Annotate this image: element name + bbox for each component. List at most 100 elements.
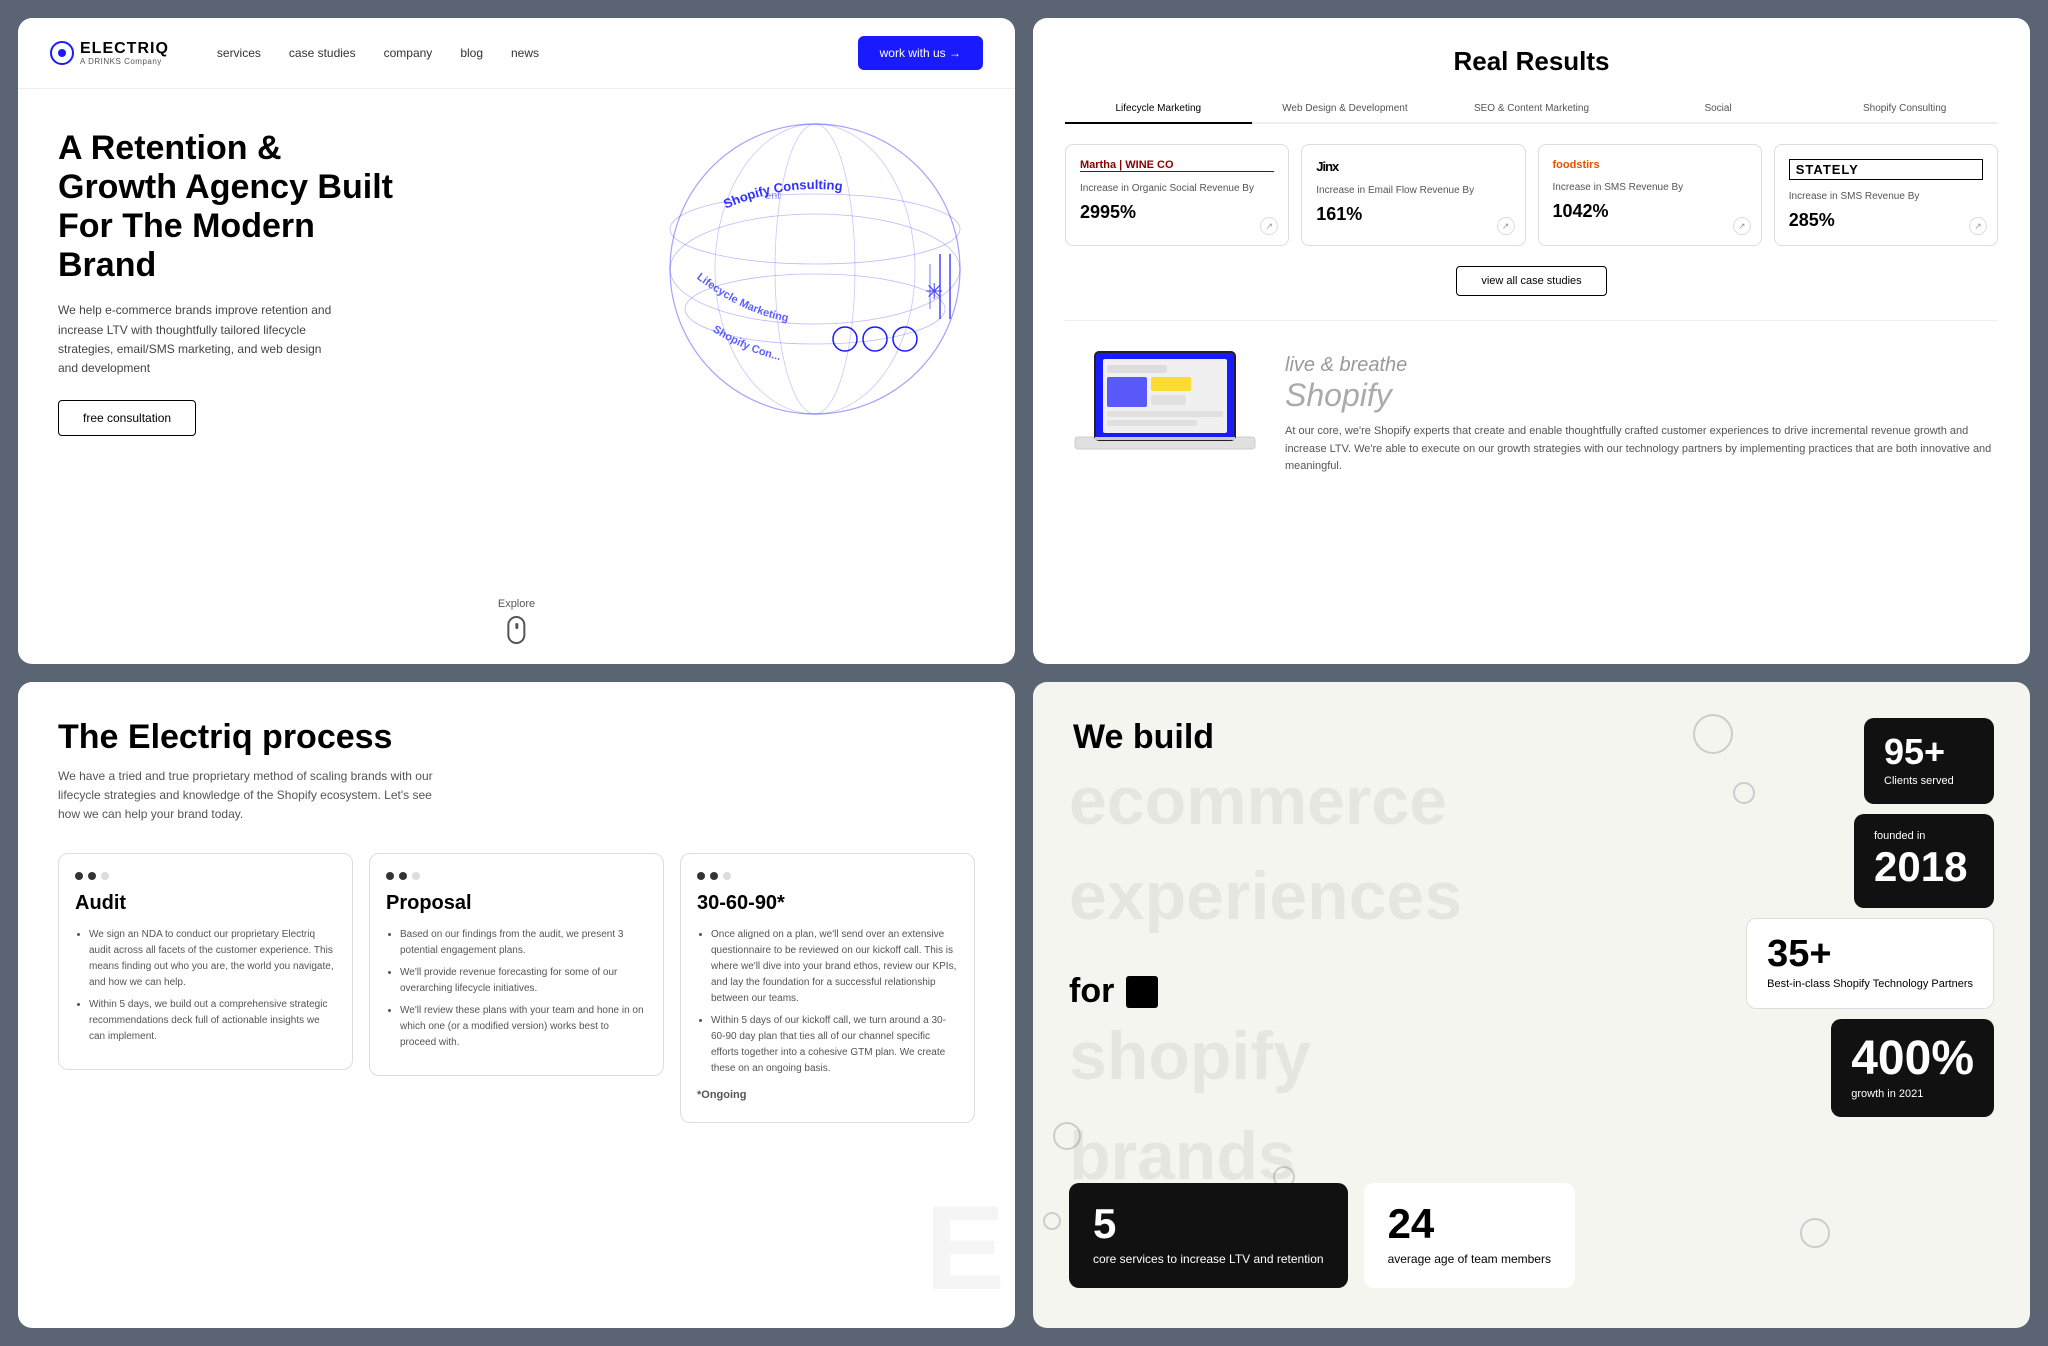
deco-circle-1	[1693, 714, 1733, 754]
shopify-heading: live & breathe Shopify	[1285, 343, 1998, 413]
jinx-arrow-icon[interactable]: ↗	[1497, 217, 1515, 235]
logo-name: ELECTRIQ	[80, 41, 169, 57]
stat-24-value: 24	[1388, 1203, 1551, 1245]
stat-box-clients: 95+ Clients served	[1864, 718, 1994, 804]
build-bottom-stats: 5 core services to increase LTV and rete…	[1069, 1183, 1575, 1288]
shopify-heading-bold: Shopify	[1285, 377, 1392, 413]
martha-arrow-icon[interactable]: ↗	[1260, 217, 1278, 235]
result-card-stately: STATELY Increase in SMS Revenue By 285% …	[1774, 144, 1998, 246]
dot-1	[386, 872, 394, 880]
tab-seo-content[interactable]: SEO & Content Marketing	[1438, 95, 1625, 122]
30-60-90-body: Once aligned on a plan, we'll send over …	[697, 927, 958, 1105]
result-card-jinx: Jinx Increase in Email Flow Revenue By 1…	[1301, 144, 1525, 246]
dot-1	[75, 872, 83, 880]
shopify-text-block: live & breathe Shopify At our core, we'r…	[1285, 343, 1998, 476]
svg-text:Shopify Con...: Shopify Con...	[711, 323, 782, 363]
proposal-body: Based on our findings from the audit, we…	[386, 927, 647, 1051]
foodstirs-arrow-icon[interactable]: ↗	[1733, 217, 1751, 235]
stat-5-value: 5	[1093, 1203, 1324, 1245]
stat-box-24-age: 24 average age of team members	[1364, 1183, 1575, 1288]
dot-1	[697, 872, 705, 880]
logo: ELECTRIQ A DRINKS Company	[50, 41, 169, 66]
card-dots-30-60-90	[697, 872, 958, 880]
stat-growth-value: 400%	[1851, 1035, 1974, 1083]
for-row: for	[1069, 972, 1158, 1011]
stat-clients-value: 95+	[1884, 734, 1974, 770]
foodstirs-logo: foodstirs	[1553, 159, 1747, 171]
deco-circle-4	[1043, 1212, 1061, 1230]
view-all-button[interactable]: view all case studies	[1456, 266, 1606, 296]
30-60-90-bullet-2: Within 5 days of our kickoff call, we tu…	[711, 1013, 958, 1077]
jinx-metric-value: 161%	[1316, 204, 1510, 225]
process-description: We have a tried and true proprietary met…	[58, 767, 438, 825]
process-title: The Electriq process	[58, 718, 975, 757]
stat-24-label: average age of team members	[1388, 1251, 1551, 1268]
results-panel: Real Results Lifecycle Marketing Web Des…	[1033, 18, 2030, 664]
results-title: Real Results	[1065, 46, 1998, 77]
nav-cta-button[interactable]: work with us →	[858, 36, 983, 70]
explore-label: Explore	[498, 598, 535, 610]
tab-shopify-consulting[interactable]: Shopify Consulting	[1811, 95, 1998, 122]
nav-blog[interactable]: blog	[460, 46, 483, 60]
audit-bullet-2: Within 5 days, we build out a comprehens…	[89, 997, 336, 1045]
dot-3	[723, 872, 731, 880]
tab-lifecycle-marketing[interactable]: Lifecycle Marketing	[1065, 95, 1252, 124]
tab-social[interactable]: Social	[1625, 95, 1812, 122]
for-block-icon	[1126, 976, 1158, 1008]
dot-2	[399, 872, 407, 880]
shopify-section: live & breathe Shopify At our core, we'r…	[1065, 320, 1998, 482]
stat-box-partners: 35+ Best-in-class Shopify Technology Par…	[1746, 918, 1994, 1008]
process-card-proposal: Proposal Based on our findings from the …	[369, 853, 664, 1076]
explore-indicator: Explore	[498, 598, 535, 644]
dot-3	[101, 872, 109, 880]
audit-title: Audit	[75, 892, 336, 915]
hero-cta-button[interactable]: free consultation	[58, 400, 196, 436]
stat-box-5-services: 5 core services to increase LTV and rete…	[1069, 1183, 1348, 1288]
stat-partners-value: 35+	[1767, 935, 1973, 973]
process-cards: Audit We sign an NDA to conduct our prop…	[58, 853, 975, 1124]
nav-news[interactable]: news	[511, 46, 539, 60]
scroll-mouse-icon	[507, 616, 525, 644]
audit-body: We sign an NDA to conduct our proprietar…	[75, 927, 336, 1045]
foodstirs-metric-value: 1042%	[1553, 201, 1747, 222]
logo-icon	[50, 41, 74, 65]
results-cards: Martha | WINE CO Increase in Organic Soc…	[1065, 144, 1998, 246]
proposal-bullet-1: Based on our findings from the audit, we…	[400, 927, 647, 959]
card-dots-audit	[75, 872, 336, 880]
hero-description: We help e-commerce brands improve retent…	[58, 301, 338, 378]
dot-2	[88, 872, 96, 880]
proposal-bullet-3: We'll review these plans with your team …	[400, 1003, 647, 1051]
process-card-audit: Audit We sign an NDA to conduct our prop…	[58, 853, 353, 1070]
deco-circle-6	[1800, 1218, 1830, 1248]
30-60-90-title: 30-60-90*	[697, 892, 958, 915]
logo-text: ELECTRIQ A DRINKS Company	[80, 41, 169, 66]
jinx-logo: Jinx	[1316, 159, 1510, 174]
30-60-90-bullet-1: Once aligned on a plan, we'll send over …	[711, 927, 958, 1007]
stately-metric-value: 285%	[1789, 210, 1983, 231]
shopify-heading-italic: live & breathe	[1285, 354, 1407, 376]
card-dots-proposal	[386, 872, 647, 880]
main-nav: ELECTRIQ A DRINKS Company services case …	[18, 18, 1015, 89]
stately-arrow-icon[interactable]: ↗	[1969, 217, 1987, 235]
hero-content: A Retention & Growth Agency Built For Th…	[18, 89, 1015, 664]
nav-case-studies[interactable]: case studies	[289, 46, 356, 60]
stately-metric-label: Increase in SMS Revenue By	[1789, 190, 1983, 204]
tab-web-design[interactable]: Web Design & Development	[1252, 95, 1439, 122]
results-tabs: Lifecycle Marketing Web Design & Develop…	[1065, 95, 1998, 124]
ghost-text-brands: brands	[1069, 1122, 1296, 1190]
shopify-laptop-illustration	[1065, 337, 1265, 482]
ongoing-footnote: *Ongoing	[697, 1087, 958, 1105]
stat-partners-label: Best-in-class Shopify Technology Partner…	[1767, 977, 1973, 991]
martha-metric-label: Increase in Organic Social Revenue By	[1080, 182, 1274, 196]
build-panel: We build ecommerce experiences for shopi…	[1033, 682, 2030, 1328]
dot-2	[710, 872, 718, 880]
nav-services[interactable]: services	[217, 46, 261, 60]
stat-founded-value: 2018	[1874, 846, 1974, 888]
nav-company[interactable]: company	[384, 46, 433, 60]
shopify-description: At our core, we're Shopify experts that …	[1285, 423, 1998, 476]
stat-box-founded: founded in 2018	[1854, 814, 1994, 908]
build-stats-right: 95+ Clients served founded in 2018 35+ B…	[1746, 718, 1994, 1117]
svg-text:ent: ent	[765, 190, 780, 202]
hero-panel: ELECTRIQ A DRINKS Company services case …	[18, 18, 1015, 664]
hero-text-block: A Retention & Growth Agency Built For Th…	[58, 129, 398, 634]
